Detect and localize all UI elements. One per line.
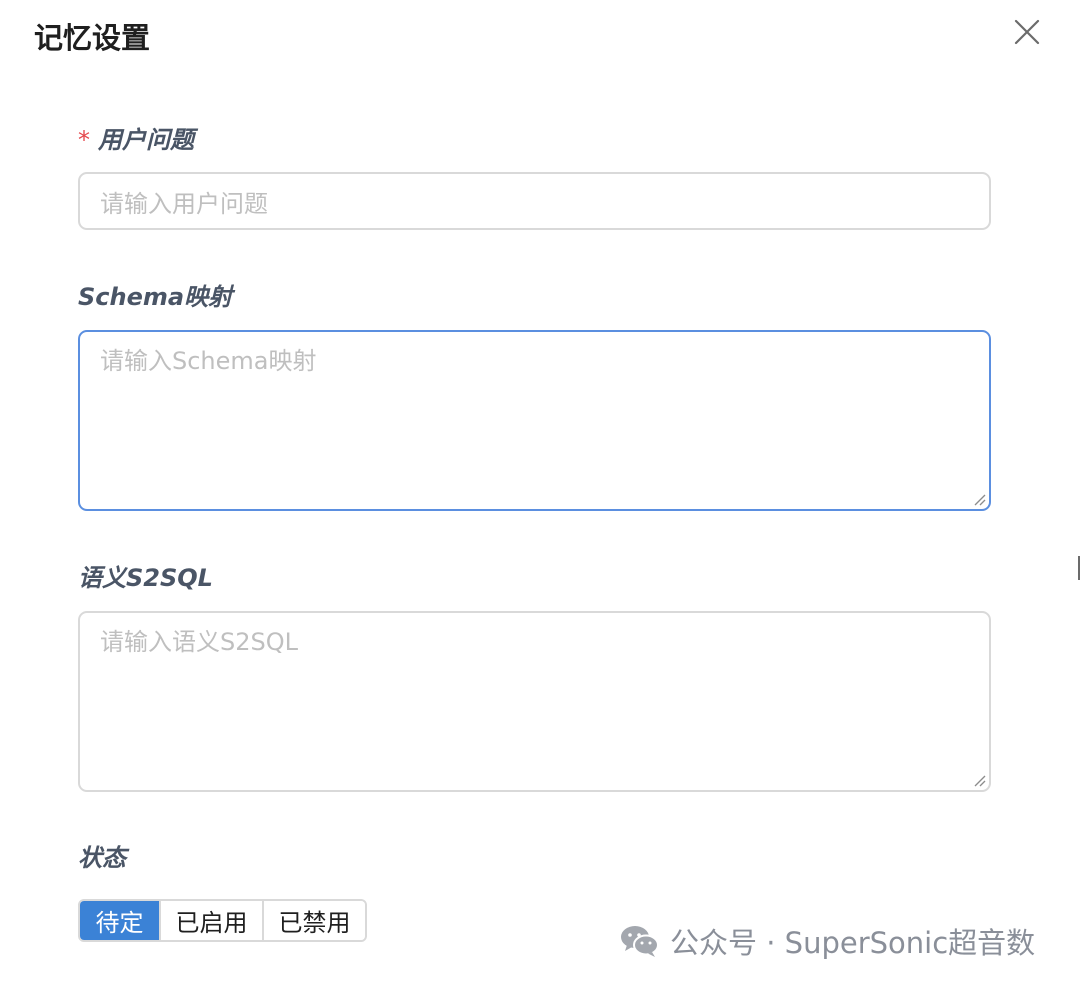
- s2sql-label: 语义S2SQL: [78, 564, 213, 592]
- schema-textarea[interactable]: 请输入Schema映射: [78, 330, 991, 511]
- schema-placeholder: 请输入Schema映射: [100, 347, 317, 375]
- s2sql-placeholder: 请输入语义S2SQL: [100, 628, 298, 656]
- status-option-enabled[interactable]: 已启用: [159, 901, 262, 940]
- question-input[interactable]: 请输入用户问题: [78, 172, 991, 230]
- question-label-row: * 用户问题: [78, 124, 194, 156]
- resize-handle-icon[interactable]: [971, 772, 987, 788]
- watermark-text: 公众号 · SuperSonic超音数: [670, 926, 1036, 960]
- question-label: 用户问题: [98, 126, 194, 154]
- status-segmented-control: 待定 已启用 已禁用: [78, 899, 367, 942]
- close-icon: [1014, 19, 1040, 45]
- required-mark: *: [78, 126, 90, 154]
- resize-handle-icon[interactable]: [971, 491, 987, 507]
- question-placeholder: 请输入用户问题: [100, 189, 268, 218]
- schema-label: Schema映射: [78, 283, 233, 311]
- status-option-pending[interactable]: 待定: [80, 901, 159, 940]
- memory-settings-dialog: 记忆设置 * 用户问题 请输入用户问题 Schema映射 请输入Schema映射 …: [0, 0, 1080, 984]
- status-label: 状态: [78, 844, 126, 872]
- close-button[interactable]: [1009, 14, 1045, 50]
- s2sql-textarea[interactable]: 请输入语义S2SQL: [78, 611, 991, 792]
- status-option-disabled[interactable]: 已禁用: [262, 901, 365, 940]
- watermark: 公众号 · SuperSonic超音数: [620, 918, 1035, 964]
- dialog-title: 记忆设置: [34, 21, 151, 55]
- wechat-icon: [621, 926, 659, 957]
